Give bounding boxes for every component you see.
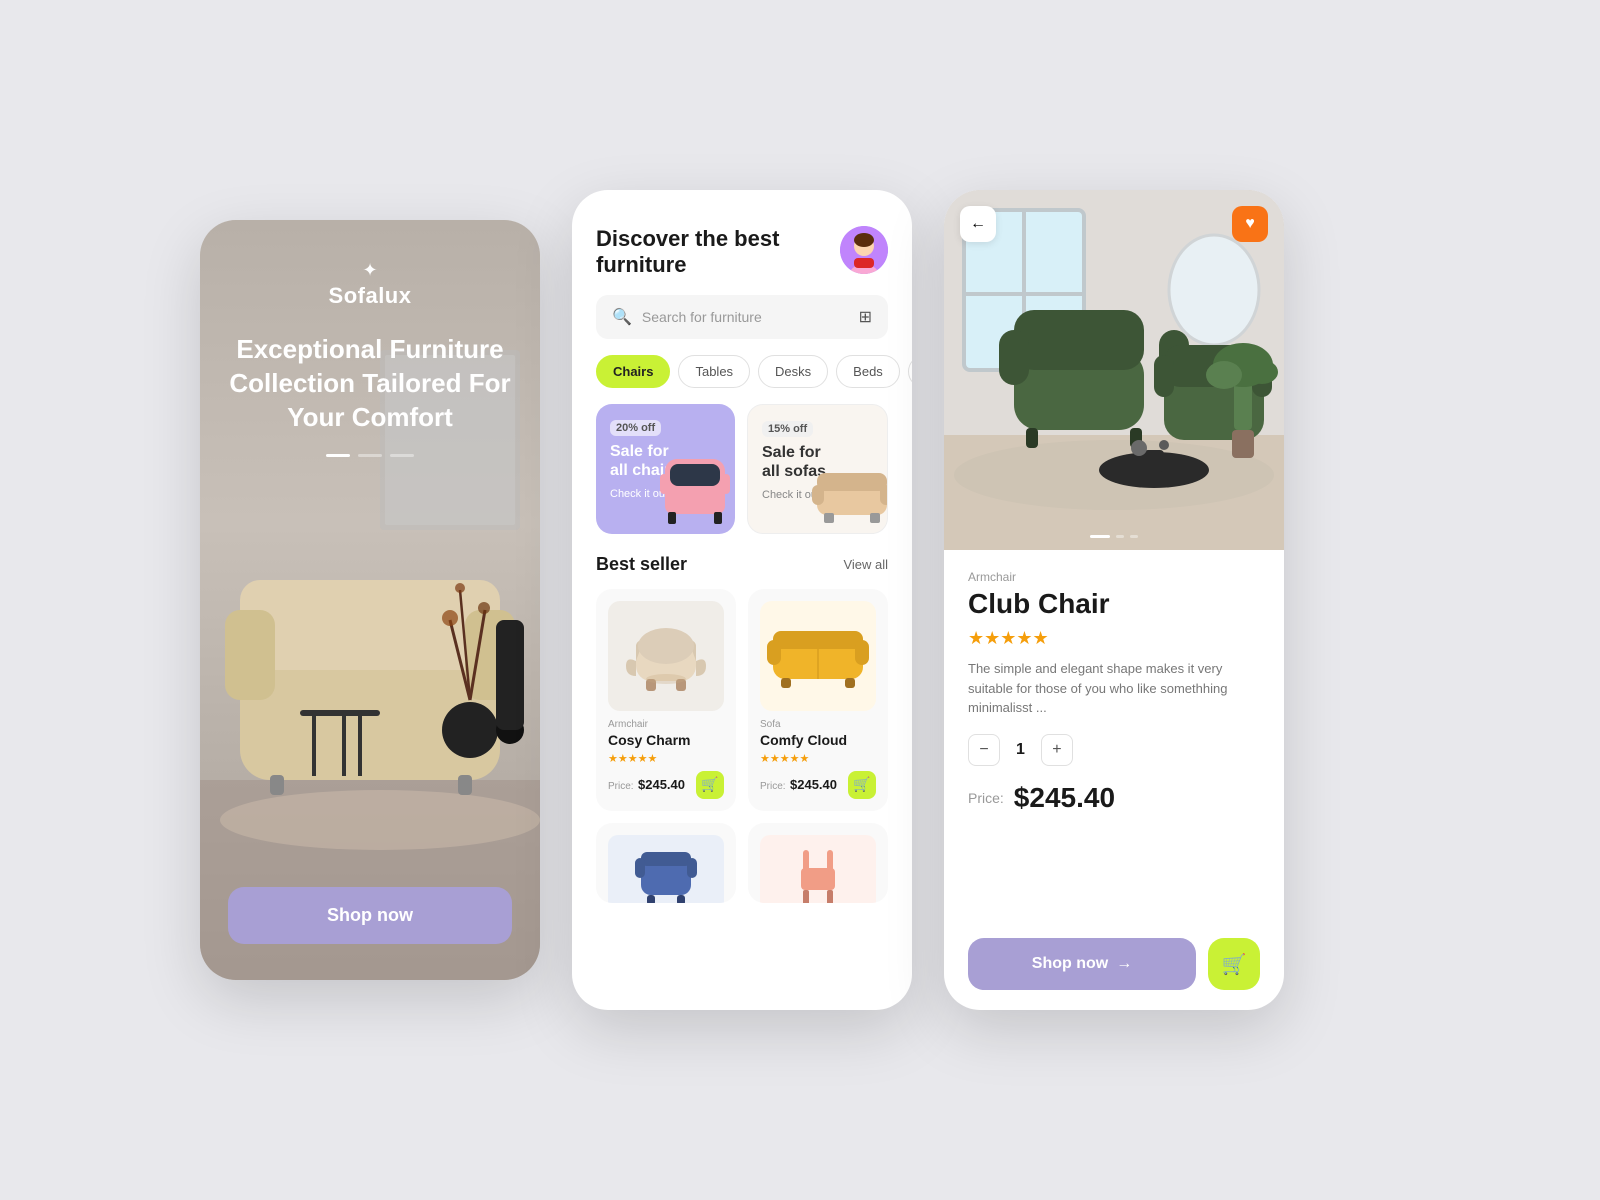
product-category: Armchair <box>968 570 1260 584</box>
back-icon: ← <box>970 215 986 233</box>
tab-tables[interactable]: Tables <box>678 355 750 388</box>
shop-now-label: Shop now <box>1032 955 1108 973</box>
search-icon: 🔍 <box>612 307 632 327</box>
image-dot-1 <box>1090 535 1110 538</box>
image-dot-3 <box>1130 535 1138 538</box>
product-grid-row2 <box>596 823 888 903</box>
screen-3: ← ♥ Armchair Club Chair ★★★★★ The simple… <box>944 190 1284 1010</box>
product-name: Club Chair <box>968 588 1260 620</box>
dot-1 <box>326 454 350 457</box>
product-1-stars: ★★★★★ <box>608 752 724 765</box>
promo-1-badge: 20% off <box>610 420 661 436</box>
tab-desks[interactable]: Desks <box>758 355 828 388</box>
product-image-dots <box>1090 535 1138 538</box>
screen-1: ✦ Sofalux Exceptional Furniture Collecti… <box>200 220 540 980</box>
bestseller-title: Best seller <box>596 554 687 575</box>
arrow-icon: → <box>1116 955 1132 973</box>
tab-beds[interactable]: Beds <box>836 355 900 388</box>
tab-stool[interactable]: Stool <box>908 355 912 388</box>
price-label: Price: <box>968 790 1004 806</box>
cart-icon: 🛒 <box>1222 952 1247 977</box>
shop-now-button-main[interactable]: Shop now → <box>968 938 1196 990</box>
hero-background <box>944 190 1284 550</box>
product-1-price: $245.40 <box>638 777 685 792</box>
favorite-button[interactable]: ♥ <box>1232 206 1268 242</box>
screens-container: ✦ Sofalux Exceptional Furniture Collecti… <box>200 190 1400 1010</box>
heart-icon: ♥ <box>1245 215 1255 233</box>
quantity-value: 1 <box>1016 741 1025 759</box>
shop-now-button[interactable]: Shop now <box>228 887 512 944</box>
product-2-type: Sofa <box>760 719 876 730</box>
bestseller-section: Best seller View all <box>572 554 912 903</box>
search-placeholder: Search for furniture <box>642 309 849 325</box>
promo-banners: 20% off Sale forall chairs Check it out … <box>572 404 912 554</box>
product-2-price-row: Price: $245.40 🛒 <box>760 771 876 799</box>
avatar <box>840 226 888 274</box>
product-hero-image: ← ♥ <box>944 190 1284 550</box>
screen-1-headline: Exceptional Furniture Collection Tailore… <box>228 333 512 434</box>
promo-card-sofas: 15% off Sale forall sofas Check it out → <box>747 404 888 534</box>
product-2-image <box>760 601 876 711</box>
quantity-decrease[interactable]: − <box>968 734 1000 766</box>
logo-area: ✦ Sofalux <box>329 260 412 309</box>
product-card-salmon-chair <box>748 823 888 903</box>
product-1-price-block: Price: $245.40 <box>608 776 685 794</box>
price-row: Price: $245.40 <box>968 782 1260 814</box>
product-card-cosy-charm: Armchair Cosy Charm ★★★★★ Price: $245.40… <box>596 589 736 811</box>
product-1-image <box>608 601 724 711</box>
header-title: Discover the best furniture <box>596 226 796 279</box>
category-tabs: Chairs Tables Desks Beds Stool <box>572 355 912 404</box>
product-grid: Armchair Cosy Charm ★★★★★ Price: $245.40… <box>596 589 888 811</box>
price-section: Price: $245.40 <box>968 782 1260 814</box>
product-2-price: $245.40 <box>790 777 837 792</box>
promo-2-badge: 15% off <box>762 421 813 437</box>
product-description: The simple and elegant shape makes it ve… <box>968 659 1260 718</box>
product-1-type: Armchair <box>608 719 724 730</box>
add-to-cart-1[interactable]: 🛒 <box>696 771 724 799</box>
carousel-dots <box>326 454 414 457</box>
product-rating: ★★★★★ <box>968 628 1260 649</box>
screen-2-header: Discover the best furniture <box>572 190 912 295</box>
add-to-cart-button[interactable]: 🛒 <box>1208 938 1260 990</box>
product-2-price-label: Price: <box>760 781 786 792</box>
product-card-blue-chair <box>596 823 736 903</box>
product-card-comfy-cloud: Sofa Comfy Cloud ★★★★★ Price: $245.40 🛒 <box>748 589 888 811</box>
dot-3 <box>390 454 414 457</box>
shop-now-label: Shop now <box>327 905 413 926</box>
product-1-name: Cosy Charm <box>608 732 724 748</box>
product-1-price-row: Price: $245.40 🛒 <box>608 771 724 799</box>
quantity-increase[interactable]: + <box>1041 734 1073 766</box>
section-header: Best seller View all <box>596 554 888 575</box>
screen-1-content: ✦ Sofalux Exceptional Furniture Collecti… <box>200 220 540 980</box>
add-to-cart-2[interactable]: 🛒 <box>848 771 876 799</box>
logo-star: ✦ <box>362 260 377 281</box>
product-details: Armchair Club Chair ★★★★★ The simple and… <box>944 550 1284 1010</box>
product-2-price-block: Price: $245.40 <box>760 776 837 794</box>
screen-2: Discover the best furniture 🔍 Search for… <box>572 190 912 1010</box>
view-all-link[interactable]: View all <box>843 557 888 572</box>
product-2-stars: ★★★★★ <box>760 752 876 765</box>
dot-2 <box>358 454 382 457</box>
back-button[interactable]: ← <box>960 206 996 242</box>
product-4-image <box>760 835 876 903</box>
tab-chairs[interactable]: Chairs <box>596 355 670 388</box>
image-dot-2 <box>1116 535 1124 538</box>
promo-card-chairs: 20% off Sale forall chairs Check it out … <box>596 404 735 534</box>
logo-text: Sofalux <box>329 283 412 309</box>
product-2-name: Comfy Cloud <box>760 732 876 748</box>
product-3-image <box>608 835 724 903</box>
action-buttons: Shop now → 🛒 <box>968 938 1260 990</box>
filter-icon: ⊞ <box>859 307 872 327</box>
price-value: $245.40 <box>1014 782 1115 814</box>
product-1-price-label: Price: <box>608 781 634 792</box>
quantity-selector: − 1 + <box>968 734 1260 766</box>
search-bar[interactable]: 🔍 Search for furniture ⊞ <box>596 295 888 339</box>
